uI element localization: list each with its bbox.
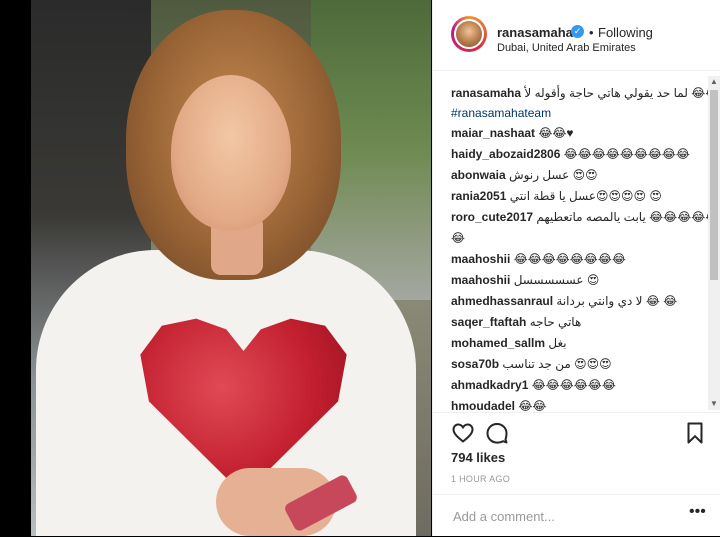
bookmark-icon[interactable] bbox=[683, 421, 707, 445]
caption-hashtag[interactable]: #ranasamahateam bbox=[451, 106, 551, 120]
comment-text: بغل bbox=[548, 336, 567, 350]
comment-username[interactable]: rania2051 bbox=[451, 189, 506, 203]
comment-item: rania2051 عسل يا قطة انتي😍😍😍😍 😍 bbox=[433, 186, 709, 207]
comment-bubble-icon[interactable] bbox=[485, 421, 509, 445]
comment-username[interactable]: mohamed_sallm bbox=[451, 336, 545, 350]
comment-text: 😂😂 bbox=[518, 399, 547, 411]
comment-username[interactable]: sosa70b bbox=[451, 357, 499, 371]
add-comment-bar: ••• bbox=[433, 494, 720, 537]
photo-face bbox=[171, 75, 291, 230]
comment-username[interactable]: abonwaia bbox=[451, 168, 506, 182]
post-actions bbox=[433, 412, 720, 453]
comment-username[interactable]: roro_cute2017 bbox=[451, 210, 533, 224]
comment-username[interactable]: ahmadkadry1 bbox=[451, 378, 528, 392]
header-separator: • bbox=[589, 25, 594, 40]
comment-username[interactable]: maahoshii bbox=[451, 252, 510, 266]
more-options-icon[interactable]: ••• bbox=[689, 504, 706, 520]
scroll-down-arrow-icon[interactable]: ▼ bbox=[708, 398, 720, 410]
comment-text: عسل يا قطة انتي😍😍😍😍 😍 bbox=[509, 189, 662, 203]
post-photo[interactable] bbox=[31, 0, 431, 536]
scroll-up-arrow-icon[interactable]: ▲ bbox=[708, 76, 720, 88]
comments-list[interactable]: ranasamaha لما حد يقولي هاتي حاجة وأقوله… bbox=[433, 71, 709, 411]
comment-item: abonwaia عسل رنوش 😍😍 bbox=[433, 165, 709, 186]
comment-item: maiar_nashaat 😂😂♥ bbox=[433, 123, 709, 144]
comment-item-continuation: 😂 bbox=[433, 228, 709, 249]
comment-text: 😂 bbox=[451, 231, 466, 245]
comment-item: mohamed_sallm بغل bbox=[433, 333, 709, 354]
comment-text: 😂😂😂😂😂😂😂😂 bbox=[513, 252, 626, 266]
comments-scrollbar[interactable]: ▲ ▼ bbox=[708, 76, 720, 410]
comment-username[interactable]: hmoudadel bbox=[451, 399, 515, 411]
comment-item: maahoshii 😂😂😂😂😂😂😂😂 bbox=[433, 249, 709, 270]
comment-text: عسسسسسل 😍 bbox=[513, 273, 600, 287]
comment-item: hmoudadel 😂😂 bbox=[433, 396, 709, 411]
comment-text: 😂😂😂😂😂😂😂😂😂 bbox=[563, 147, 690, 161]
post-location[interactable]: Dubai, United Arab Emirates bbox=[497, 42, 636, 54]
post-header: ranasamaha ✓ • Following Dubai, United A… bbox=[433, 0, 720, 71]
scrollbar-thumb[interactable] bbox=[710, 90, 718, 280]
following-button[interactable]: Following bbox=[598, 25, 653, 40]
comment-item: saqer_ftaftah هاتي حاجه bbox=[433, 312, 709, 333]
comment-username[interactable]: maahoshii bbox=[451, 273, 510, 287]
comment-item: haidy_abozaid2806 😂😂😂😂😂😂😂😂😂 bbox=[433, 144, 709, 165]
verified-badge-icon: ✓ bbox=[571, 25, 584, 38]
comment-text: 😂😂♥ bbox=[538, 126, 574, 140]
comment-item: ahmedhassanraul لا دي وانتي بردانة 😂 😂 bbox=[433, 291, 709, 312]
comment-username[interactable]: maiar_nashaat bbox=[451, 126, 535, 140]
comment-username[interactable]: ahmedhassanraul bbox=[451, 294, 553, 308]
comment-item: roro_cute2017 يابت يالمصه ماتعطيهم 😂😂😂😂😂 bbox=[433, 207, 709, 228]
post-side-panel: ranasamaha ✓ • Following Dubai, United A… bbox=[432, 0, 720, 536]
comment-text: عسل رنوش 😍😍 bbox=[509, 168, 598, 182]
add-comment-input[interactable] bbox=[451, 503, 675, 529]
avatar[interactable] bbox=[451, 16, 487, 52]
comment-text: من جد تناسب 😍😍😍 bbox=[502, 357, 612, 371]
heart-icon[interactable] bbox=[451, 421, 475, 445]
comment-text: يابت يالمصه ماتعطيهم 😂😂😂😂😂 bbox=[536, 210, 709, 224]
comment-text: هاتي حاجه bbox=[529, 315, 582, 329]
avatar-image bbox=[454, 19, 484, 49]
post-username[interactable]: ranasamaha bbox=[497, 25, 573, 40]
comment-username[interactable]: saqer_ftaftah bbox=[451, 315, 526, 329]
comment-item: maahoshii عسسسسسل 😍 bbox=[433, 270, 709, 291]
post-caption: ranasamaha لما حد يقولي هاتي حاجة وأقوله… bbox=[433, 71, 709, 123]
comment-item: ahmadkadry1 😂😂😂😂😂😂 bbox=[433, 375, 709, 396]
likes-count[interactable]: 794 likes bbox=[451, 450, 505, 465]
caption-username[interactable]: ranasamaha bbox=[451, 86, 521, 100]
comment-text: 😂😂😂😂😂😂 bbox=[531, 378, 616, 392]
post-timestamp[interactable]: 1 HOUR AGO bbox=[451, 474, 510, 484]
caption-text: لما حد يقولي هاتي حاجة وأقوله لأ 😂😂 bbox=[524, 86, 709, 100]
comment-item: sosa70b من جد تناسب 😍😍😍 bbox=[433, 354, 709, 375]
comment-username[interactable]: haidy_abozaid2806 bbox=[451, 147, 560, 161]
comment-text: لا دي وانتي بردانة 😂 😂 bbox=[556, 294, 678, 308]
